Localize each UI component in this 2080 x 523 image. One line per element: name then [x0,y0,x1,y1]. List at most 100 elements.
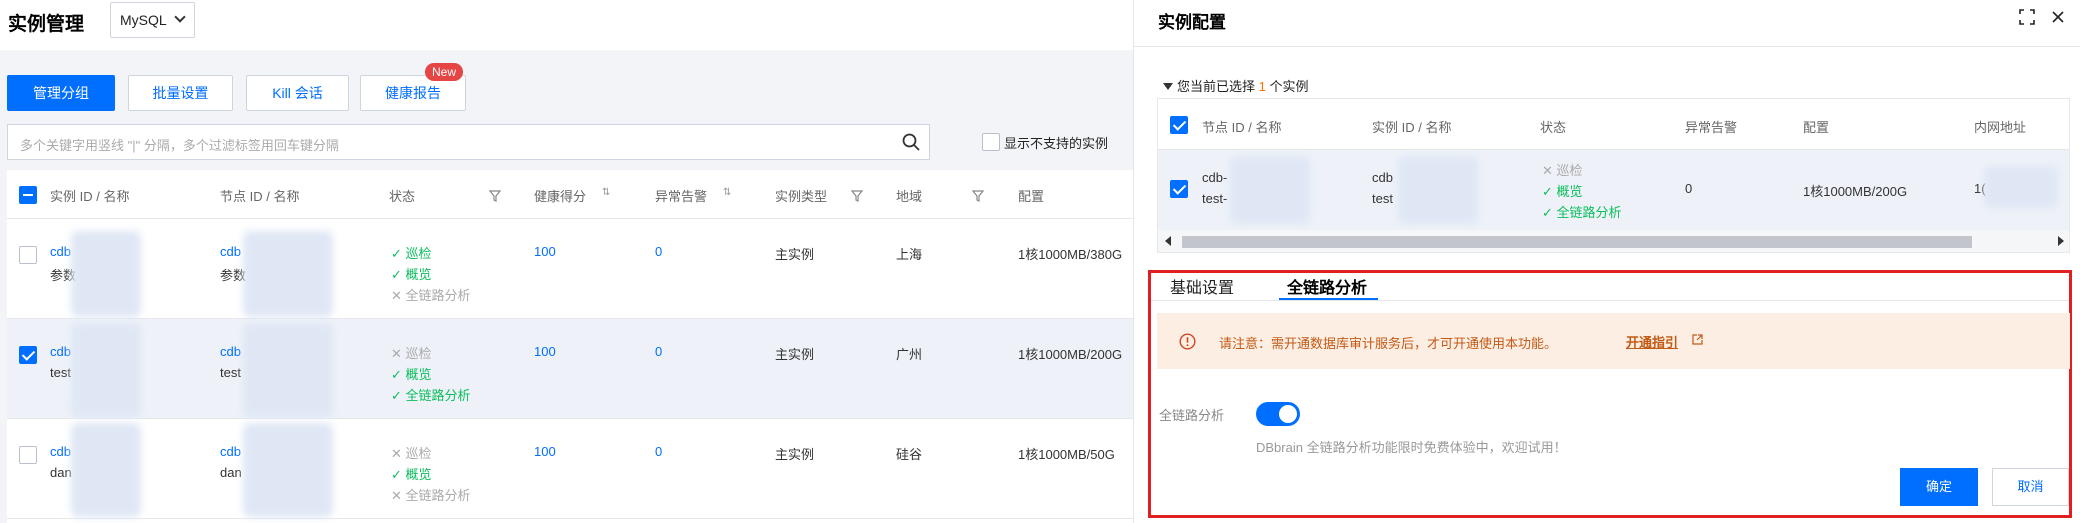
page-title: 实例管理 [8,14,85,35]
health-score-link[interactable]: 100 [534,344,556,359]
status-overview: ✓ 概览 [391,267,432,282]
col-status: 状态 [1540,120,1567,135]
alarm-count-link[interactable]: 0 [655,444,662,459]
region-filter-icon[interactable] [972,190,984,202]
row-checkbox[interactable] [19,346,37,364]
fullscreen-icon[interactable] [2018,8,2036,26]
cross-icon: ✕ [391,488,402,503]
col-instance: 实例 ID / 名称 [1372,120,1452,135]
cancel-button[interactable]: 取消 [1992,468,2069,506]
select-all-checkbox[interactable] [1170,116,1188,134]
config: 1核1000MB/380G [1018,247,1123,262]
check-icon: ✓ [1542,205,1553,220]
status-filter-icon[interactable] [489,190,501,202]
close-icon[interactable] [2049,8,2067,26]
tab-basic-settings[interactable]: 基础设置 [1170,274,1234,298]
search-icon[interactable] [901,132,921,152]
table-row[interactable]: cdb dan cdb dan ✕ 巡检 ✓ 概览 ✕ 全链路分析 100 0 … [7,419,1133,519]
show-unsupported-checkbox[interactable] [982,133,1000,151]
cross-icon: ✕ [391,346,402,361]
status-full-link: ✕ 全链路分析 [391,288,471,303]
selection-summary[interactable]: 您当前已选择 1 个实例 [1163,76,1309,95]
alarm-sort-icon[interactable]: ⇅ [723,187,731,198]
col-node: 节点 ID / 名称 [1202,120,1282,135]
instance-id-link[interactable]: cdb [50,344,71,359]
status-full-link: ✕ 全链路分析 [391,488,471,503]
redaction-blur [243,323,333,417]
health-score-link[interactable]: 100 [534,444,556,459]
health-score-link[interactable]: 100 [534,244,556,259]
selection-count: 1 [1258,79,1266,94]
alarm-count-link[interactable]: 0 [655,344,662,359]
node-id-link[interactable]: cdb [220,344,241,359]
horizontal-scrollbar[interactable] [1158,230,2069,252]
status-overview: ✓ 概览 [1542,184,1583,199]
scrollbar-thumb[interactable] [1182,236,1972,248]
redaction-blur [1984,166,2058,208]
kill-session-button[interactable]: Kill 会话 [246,75,349,111]
instance-id: cdb [1372,170,1393,185]
status-overview: ✓ 概览 [391,467,432,482]
db-type-select[interactable]: MySQL [110,2,195,38]
redaction-blur [71,323,141,417]
node-id: cdb- [1202,170,1228,185]
check-icon: ✓ [1542,184,1553,199]
status-inspection: ✕ 巡检 [391,446,432,461]
instance-config-drawer: 实例配置 您当前已选择 1 个实例 节点 ID / 名称 实例 ID / 名称 … [1133,0,2080,523]
status-full-link: ✓ 全链路分析 [1542,205,1622,220]
config: 1核1000MB/200G [1018,347,1123,362]
health-sort-icon[interactable]: ⇅ [602,187,610,198]
instance-management-panel: 实例管理 MySQL 管理分组 批量设置 Kill 会话 健康报告 New 多个… [0,0,1133,523]
instance-id-link[interactable]: cdb [50,444,71,459]
redaction-blur [1398,156,1478,224]
table-row[interactable]: cdb- test- cdb test ✕ 巡检 ✓ 概览 ✓ 全链路分析 0 … [1158,150,2069,230]
scroll-left-icon[interactable] [1165,236,1171,246]
redaction-blur [71,423,141,517]
alarm-count-link[interactable]: 0 [655,244,662,259]
row-checkbox[interactable] [1170,180,1188,198]
table-row[interactable]: cdb test cdb test ✕ 巡检 ✓ 概览 ✓ 全链路分析 100 … [7,319,1133,419]
show-unsupported-label: 显示不支持的实例 [1004,136,1109,151]
search-input[interactable]: 多个关键字用竖线 "|" 分隔，多个过滤标签用回车键分隔 [7,124,930,160]
confirm-button[interactable]: 确定 [1900,468,1978,506]
node-name: test- [1202,191,1228,206]
status-full-link: ✓ 全链路分析 [391,388,471,403]
select-all-checkbox[interactable] [19,186,37,204]
search-placeholder: 多个关键字用竖线 "|" 分隔，多个过滤标签用回车键分隔 [20,138,339,153]
col-alarm: 异常告警 [1685,120,1738,135]
instance-id-link[interactable]: cdb [50,244,71,259]
row-checkbox[interactable] [19,446,37,464]
instance-name: dan [50,465,72,480]
node-id-link[interactable]: cdb [220,244,241,259]
tab-full-link-analysis[interactable]: 全链路分析 [1287,274,1367,298]
notice-text: 请注意：需开通数据库审计服务后，才可开通使用本功能。 [1219,336,1558,351]
setup-guide-link[interactable]: 开通指引 [1626,332,1678,351]
instance-name: test [1372,191,1393,206]
manage-group-button[interactable]: 管理分组 [7,75,115,111]
node-id-link[interactable]: cdb [220,444,241,459]
region: 广州 [896,347,923,362]
col-region: 地域 [896,189,923,204]
redaction-blur [243,231,333,317]
warning-icon [1179,333,1196,350]
table-row[interactable]: cdb 参数 cdb 参数 ✓ 巡检 ✓ 概览 ✕ 全链路分析 100 0 主实… [7,219,1133,319]
scroll-right-icon[interactable] [2058,236,2064,246]
external-link-icon[interactable] [1692,334,1703,345]
page-header: 实例管理 MySQL [0,0,1133,50]
full-link-field-label: 全链路分析 [1159,408,1225,423]
check-icon: ✓ [391,467,402,482]
col-node: 节点 ID / 名称 [220,189,300,204]
drawer-header-divider [1134,46,2080,47]
row-checkbox[interactable] [19,246,37,264]
instance-type: 主实例 [775,247,815,262]
col-health: 健康得分 [534,189,587,204]
col-status: 状态 [389,189,416,204]
config: 1核1000MB/200G [1803,184,1908,199]
region: 上海 [896,247,923,262]
batch-settings-button[interactable]: 批量设置 [128,75,233,111]
redaction-blur [1230,156,1310,224]
type-filter-icon[interactable] [851,190,863,202]
selected-instance-table: 节点 ID / 名称 实例 ID / 名称 状态 异常告警 配置 内网地址 cd… [1157,98,2070,253]
chevron-down-icon [174,11,186,23]
full-link-toggle[interactable] [1256,402,1300,426]
